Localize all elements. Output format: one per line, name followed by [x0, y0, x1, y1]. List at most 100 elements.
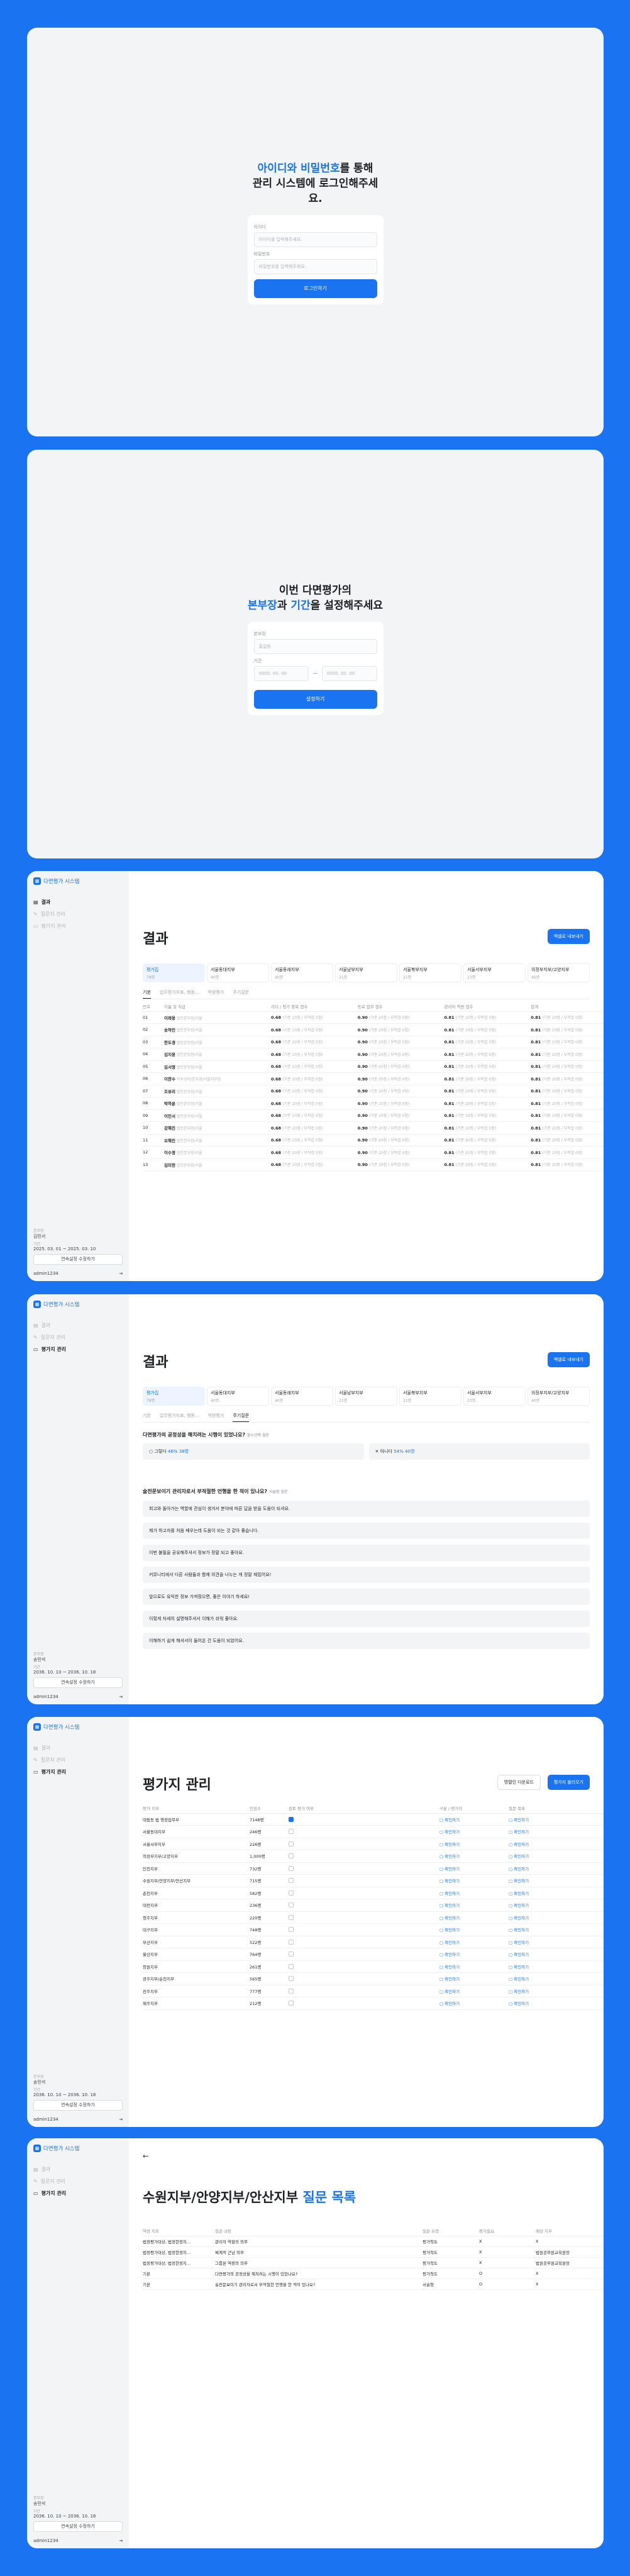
brand[interactable]: ▦ 다면평가 시스템: [33, 1723, 79, 1731]
tab-branch[interactable]: 서울남부지부 21명: [335, 1387, 397, 1406]
view-questions-link[interactable]: 확인하기: [514, 1818, 529, 1823]
view-sheet-link[interactable]: 확인하기: [445, 1903, 460, 1908]
sidebar-item-questions[interactable]: ✎ 질문지 관리: [33, 1331, 66, 1343]
view-questions-link[interactable]: 확인하기: [514, 1940, 529, 1945]
tab-branch[interactable]: 서울북부지부 21명: [399, 1387, 461, 1406]
head-input[interactable]: 홍길동: [253, 639, 377, 654]
view-sheet-link[interactable]: 확인하기: [445, 1891, 460, 1896]
view-questions-link[interactable]: 확인하기: [514, 1829, 529, 1835]
edit-settings-button[interactable]: 연속설정 수정하기: [33, 2521, 123, 2532]
edit-settings-button[interactable]: 연속설정 수정하기: [33, 2100, 123, 2111]
edit-settings-button[interactable]: 연속설정 수정하기: [33, 1254, 123, 1265]
subtab[interactable]: 업무평가지표, 행동...: [160, 989, 199, 999]
view-sheet-link[interactable]: 확인하기: [445, 1916, 460, 1921]
view-sheet-link[interactable]: 확인하기: [445, 1829, 460, 1835]
setup-submit-button[interactable]: 설정하기: [253, 690, 377, 709]
tab-branch[interactable]: 서울남부지부 21명: [335, 963, 397, 982]
view-sheet-link[interactable]: 확인하기: [445, 1965, 460, 1970]
logout-icon[interactable]: ⇥: [119, 2117, 123, 2122]
view-sheet-link[interactable]: 확인하기: [445, 1952, 460, 1957]
view-sheet-link[interactable]: 확인하기: [445, 1879, 460, 1884]
brand[interactable]: ▦ 다면평가 시스템: [33, 1301, 79, 1308]
tab-branch[interactable]: 서울동대지부 40명: [207, 963, 269, 982]
brand[interactable]: ▦ 다면평가 시스템: [33, 877, 79, 885]
tab-branch[interactable]: 서울동래지부 40명: [271, 963, 333, 982]
view-questions-link[interactable]: 확인하기: [514, 1854, 529, 1859]
checkbox-icon[interactable]: [289, 1865, 294, 1871]
start-date-input[interactable]: 0000. 00. 00: [253, 666, 309, 681]
download-roster-button[interactable]: 명렬인 다운로드: [497, 1775, 541, 1790]
view-sheet-link[interactable]: 확인하기: [445, 1989, 460, 1994]
sidebar-item-eval[interactable]: ▭ 평가지 관리: [33, 1343, 66, 1355]
view-sheet-link[interactable]: 확인하기: [445, 1867, 460, 1872]
view-questions-link[interactable]: 확인하기: [514, 1952, 529, 1957]
view-questions-link[interactable]: 확인하기: [514, 1879, 529, 1884]
tab-branch[interactable]: 평가집 78명: [143, 1387, 205, 1406]
view-sheet-link[interactable]: 확인하기: [445, 1854, 460, 1859]
tab-branch[interactable]: 서울동래지부 40명: [271, 1387, 333, 1406]
subtab[interactable]: 주기질문: [233, 989, 249, 999]
subtab[interactable]: 주기질문: [233, 1413, 250, 1422]
subtab[interactable]: 기본: [143, 989, 151, 999]
view-questions-link[interactable]: 확인하기: [514, 2001, 529, 2006]
subtab[interactable]: 업무평가지표, 행동...: [160, 1413, 199, 1422]
view-questions-link[interactable]: 확인하기: [514, 1867, 529, 1872]
view-questions-link[interactable]: 확인하기: [514, 1977, 529, 1982]
subtab[interactable]: 역량평가: [208, 1413, 224, 1422]
checkbox-icon[interactable]: [289, 1927, 294, 1933]
checkbox-icon[interactable]: [289, 1841, 294, 1846]
view-sheet-link[interactable]: 확인하기: [445, 2001, 460, 2006]
tab-branch[interactable]: 의정부지부/고양지부 40명: [528, 963, 590, 982]
checkbox-icon[interactable]: [289, 1829, 294, 1835]
sidebar-item-result[interactable]: ▤ 결과: [33, 2163, 66, 2175]
sidebar-item-eval[interactable]: ▭ 평가지 관리: [33, 2187, 66, 2199]
view-questions-link[interactable]: 확인하기: [514, 1989, 529, 1994]
export-excel-button[interactable]: 엑셀로 내보내기: [547, 1352, 590, 1367]
sidebar-item-eval[interactable]: ▭ 평가지 관리: [33, 1766, 66, 1778]
checkbox-icon[interactable]: [289, 1890, 294, 1896]
arrow-left-icon[interactable]: ←: [143, 2152, 148, 2160]
checkbox-icon[interactable]: [289, 1963, 294, 1969]
login-button[interactable]: 로그인하기: [253, 279, 377, 298]
tab-branch[interactable]: 평가집 78명: [143, 963, 205, 982]
tab-branch[interactable]: 의정부지부/고양지부 40명: [528, 1387, 590, 1406]
subtab[interactable]: 역량평가: [208, 989, 224, 999]
checkbox-icon[interactable]: [289, 1951, 294, 1957]
edit-settings-button[interactable]: 연속설정 수정하기: [33, 1677, 123, 1688]
view-questions-link[interactable]: 확인하기: [514, 1903, 529, 1908]
checkbox-icon[interactable]: [289, 1816, 294, 1822]
view-questions-link[interactable]: 확인하기: [514, 1842, 529, 1847]
view-questions-link[interactable]: 확인하기: [514, 1965, 529, 1970]
logout-icon[interactable]: ⇥: [119, 2538, 123, 2543]
tab-branch[interactable]: 서울서부지부 23명: [463, 963, 526, 982]
brand[interactable]: ▦ 다면평가 시스템: [33, 2145, 79, 2152]
view-sheet-link[interactable]: 확인하기: [445, 1940, 460, 1945]
tab-branch[interactable]: 서울북부지부 21명: [399, 963, 461, 982]
tab-branch[interactable]: 서울서부지부 23명: [463, 1387, 526, 1406]
view-questions-link[interactable]: 확인하기: [514, 1916, 529, 1921]
view-questions-link[interactable]: 확인하기: [514, 1928, 529, 1933]
password-input[interactable]: 비밀번호를 입력해주세요.: [253, 259, 377, 274]
view-sheet-link[interactable]: 확인하기: [445, 1818, 460, 1823]
view-sheet-link[interactable]: 확인하기: [445, 1928, 460, 1933]
view-questions-link[interactable]: 확인하기: [514, 1891, 529, 1896]
checkbox-icon[interactable]: [289, 1988, 294, 1994]
id-input[interactable]: 아이디를 입력해주세요.: [253, 232, 377, 247]
end-date-input[interactable]: 0000. 00. 00: [321, 666, 377, 681]
checkbox-icon[interactable]: [289, 1853, 294, 1859]
sidebar-item-result[interactable]: ▤ 결과: [33, 896, 66, 908]
checkbox-icon[interactable]: [289, 1914, 294, 1920]
checkbox-icon[interactable]: [289, 1939, 294, 1945]
logout-icon[interactable]: ⇥: [119, 1271, 123, 1276]
checkbox-icon[interactable]: [289, 1878, 294, 1884]
sidebar-item-eval[interactable]: ▭ 평가지 관리: [33, 920, 66, 932]
view-sheet-link[interactable]: 확인하기: [445, 1977, 460, 1982]
sidebar-item-result[interactable]: ▤ 결과: [33, 1742, 66, 1754]
load-eval-button[interactable]: 평가지 불러오기: [547, 1775, 590, 1790]
subtab[interactable]: 기본: [143, 1413, 151, 1422]
view-sheet-link[interactable]: 확인하기: [445, 1842, 460, 1847]
sidebar-item-result[interactable]: ▤ 결과: [33, 1319, 66, 1331]
export-excel-button[interactable]: 엑셀로 내보내기: [547, 929, 590, 944]
checkbox-icon[interactable]: [289, 1976, 294, 1982]
logout-icon[interactable]: ⇥: [119, 1694, 123, 1699]
